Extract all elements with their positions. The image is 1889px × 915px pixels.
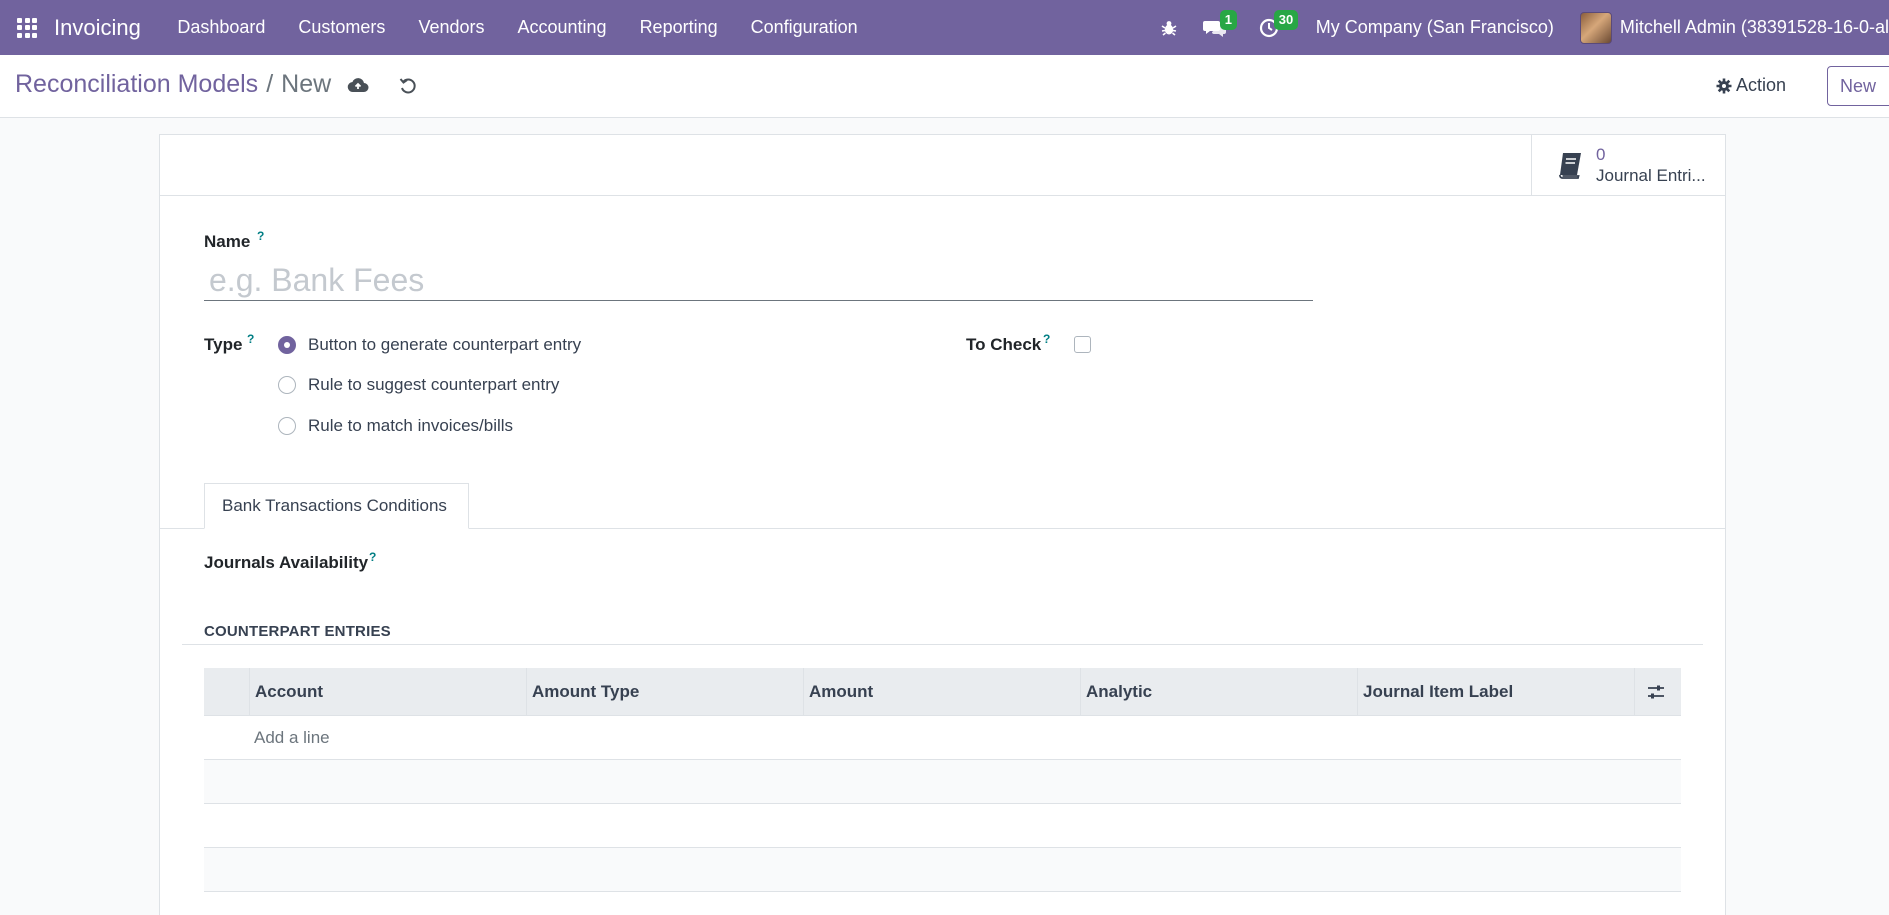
breadcrumb-separator: / <box>266 70 274 98</box>
app-name[interactable]: Invoicing <box>54 15 141 41</box>
column-amount-type[interactable]: Amount Type <box>526 668 803 716</box>
control-panel: Reconciliation Models / New Action New <box>0 55 1889 118</box>
menu-dashboard[interactable]: Dashboard <box>161 0 282 55</box>
to-check-help-icon[interactable]: ? <box>1043 332 1050 346</box>
to-check-checkbox[interactable] <box>1074 336 1091 353</box>
table-header: Account Amount Type Amount Analytic Jour… <box>204 668 1681 716</box>
activity-clock-icon[interactable]: 30 <box>1246 0 1299 55</box>
column-journal-item-label[interactable]: Journal Item Label <box>1357 668 1634 716</box>
table-row <box>204 848 1681 892</box>
type-option-label: Rule to match invoices/bills <box>308 416 514 435</box>
new-button[interactable]: New <box>1827 66 1889 106</box>
menu-accounting[interactable]: Accounting <box>501 0 623 55</box>
journals-help-icon[interactable]: ? <box>369 550 376 564</box>
type-option-match[interactable]: Rule to match invoices/bills <box>278 416 513 436</box>
section-divider <box>182 644 1703 645</box>
breadcrumb-current: New <box>281 70 332 98</box>
book-icon <box>1559 153 1581 179</box>
button-box: 0 Journal Entri... <box>160 135 1725 196</box>
table-row: Add a line <box>204 716 1681 760</box>
menu-configuration[interactable]: Configuration <box>734 0 874 55</box>
form-sheet: 0 Journal Entri... Name ? Type ? Button … <box>159 134 1726 915</box>
radio-button-checked[interactable] <box>278 336 296 354</box>
menu-customers[interactable]: Customers <box>282 0 402 55</box>
user-menu[interactable]: Mitchell Admin (38391528-16-0-al <box>1620 17 1889 38</box>
action-label: Action <box>1736 75 1787 95</box>
name-help-icon[interactable]: ? <box>257 229 264 243</box>
radio-button[interactable] <box>278 417 296 435</box>
type-option-button[interactable]: Button to generate counterpart entry <box>278 335 581 355</box>
main-navbar: Invoicing Dashboard Customers Vendors Ac… <box>0 0 1889 55</box>
top-menu: Dashboard Customers Vendors Accounting R… <box>161 0 874 55</box>
breadcrumb: Reconciliation Models / New <box>15 70 331 99</box>
type-option-label: Rule to suggest counterpart entry <box>308 375 560 394</box>
journals-availability-label: Journals Availability <box>204 553 369 572</box>
action-button[interactable]: Action <box>1716 75 1786 96</box>
handle-column-header <box>204 668 249 716</box>
table-row <box>204 804 1681 848</box>
counterpart-table: Account Amount Type Amount Analytic Jour… <box>204 668 1681 892</box>
systray: 1 30 My Company (San Francisco) Mitchell… <box>1146 0 1889 55</box>
radio-button[interactable] <box>278 376 296 394</box>
messages-badge: 1 <box>1219 10 1237 30</box>
tab-bank-transactions-conditions[interactable]: Bank Transactions Conditions <box>204 483 469 529</box>
name-input[interactable] <box>204 260 1313 301</box>
journal-entries-count: 0 <box>1596 145 1606 164</box>
add-line-link[interactable]: Add a line <box>204 716 1681 759</box>
menu-vendors[interactable]: Vendors <box>402 0 501 55</box>
type-label: Type <box>204 335 243 354</box>
activities-badge: 30 <box>1273 10 1299 30</box>
type-option-suggest[interactable]: Rule to suggest counterpart entry <box>278 375 559 395</box>
type-help-icon[interactable]: ? <box>247 332 254 346</box>
discard-undo-icon[interactable] <box>397 75 419 97</box>
menu-reporting[interactable]: Reporting <box>623 0 734 55</box>
optional-columns-icon[interactable] <box>1634 668 1677 716</box>
table-row <box>204 760 1681 804</box>
breadcrumb-parent[interactable]: Reconciliation Models <box>15 70 258 99</box>
type-option-label: Button to generate counterpart entry <box>308 335 582 354</box>
to-check-label: To Check <box>966 335 1042 354</box>
company-switcher[interactable]: My Company (San Francisco) <box>1316 17 1554 38</box>
save-cloud-icon[interactable] <box>347 75 369 97</box>
column-amount[interactable]: Amount <box>803 668 1080 716</box>
apps-menu-icon[interactable] <box>0 0 54 55</box>
debug-bug-icon[interactable] <box>1146 0 1192 55</box>
journal-entries-smart-button[interactable]: 0 Journal Entri... <box>1531 135 1725 195</box>
gear-icon <box>1716 78 1732 93</box>
name-label: Name <box>204 232 251 251</box>
journal-entries-label: Journal Entri... <box>1596 166 1706 185</box>
user-avatar[interactable] <box>1579 11 1612 44</box>
column-analytic[interactable]: Analytic <box>1080 668 1357 716</box>
counterpart-section-title: COUNTERPART ENTRIES <box>204 623 391 640</box>
column-account[interactable]: Account <box>249 668 526 716</box>
messages-icon[interactable]: 1 <box>1192 0 1238 55</box>
